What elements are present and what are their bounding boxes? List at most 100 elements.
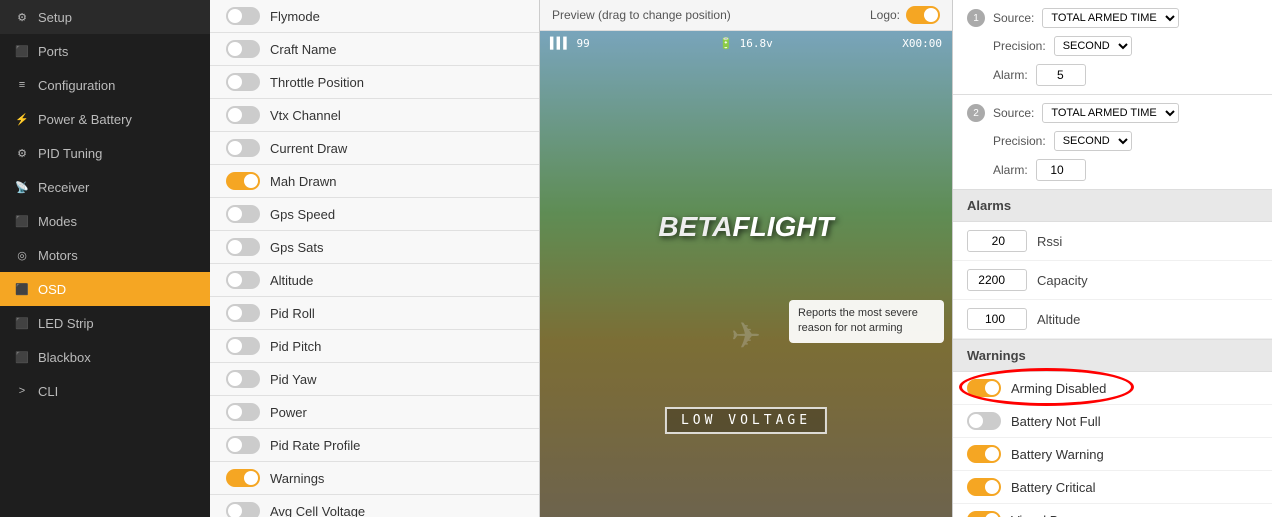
alarm-row-altitude: Altitude [953, 300, 1272, 339]
alarm-input-capacity[interactable] [967, 269, 1027, 291]
middle-label: Throttle Position [270, 75, 523, 90]
toggle-throttle-position[interactable] [226, 73, 260, 91]
alarm-input-rssi[interactable] [967, 230, 1027, 252]
preview-timer: X00:00 [902, 37, 942, 50]
toggle-altitude[interactable] [226, 271, 260, 289]
sidebar-icon: ◎ [14, 247, 30, 263]
alarm-row-rssi: Rssi [953, 222, 1272, 261]
middle-label: Power [270, 405, 523, 420]
warning-toggle-battery-warning[interactable] [967, 445, 1001, 463]
sidebar-item-ports[interactable]: ⬛Ports [0, 34, 210, 68]
toggle-gps-speed[interactable] [226, 205, 260, 223]
middle-item-gps-sats: Gps Sats [210, 231, 539, 264]
warning-item-battery-warning: Battery Warning [953, 438, 1272, 471]
sidebar-icon: ⚙ [14, 9, 30, 25]
warning-toggle-arming-disabled[interactable] [967, 379, 1001, 397]
timer1-precision-select[interactable]: SECOND [1054, 36, 1132, 56]
sidebar-item-power_and_battery[interactable]: ⚡Power & Battery [0, 102, 210, 136]
middle-label: Pid Yaw [270, 372, 523, 387]
toggle-warnings[interactable] [226, 469, 260, 487]
middle-item-craft-name: Craft Name [210, 33, 539, 66]
warning-label: Battery Not Full [1011, 414, 1258, 429]
timer2-alarm-row: Alarm: [953, 155, 1272, 189]
middle-item-vtx-channel: Vtx Channel [210, 99, 539, 132]
middle-label: Pid Rate Profile [270, 438, 523, 453]
toggle-craft-name[interactable] [226, 40, 260, 58]
sidebar-item-blackbox[interactable]: ⬛Blackbox [0, 340, 210, 374]
sidebar-item-setup[interactable]: ⚙Setup [0, 0, 210, 34]
middle-label: Craft Name [270, 42, 523, 57]
timer1-source-select[interactable]: TOTAL ARMED TIME [1042, 8, 1179, 28]
warning-item-arming-disabled: Arming Disabled [953, 372, 1272, 405]
preview-panel: Preview (drag to change position) Logo: … [540, 0, 952, 517]
warning-label: Battery Warning [1011, 447, 1258, 462]
alarm-label-rssi: Rssi [1037, 234, 1258, 249]
toggle-vtx-channel[interactable] [226, 106, 260, 124]
toggle-gps-sats[interactable] [226, 238, 260, 256]
middle-label: Avg Cell Voltage [270, 504, 523, 517]
middle-item-warnings: Warnings [210, 462, 539, 495]
tooltip-bubble: Reports the most severe reason for not a… [789, 300, 944, 343]
middle-panel: Flymode Craft Name Throttle Position Vtx… [210, 0, 540, 517]
toggle-avg-cell-voltage[interactable] [226, 502, 260, 517]
warning-toggle-battery-critical[interactable] [967, 478, 1001, 496]
sidebar-item-cli[interactable]: >CLI [0, 374, 210, 408]
warning-toggle-battery-not-full[interactable] [967, 412, 1001, 430]
toggle-pid-roll[interactable] [226, 304, 260, 322]
middle-label: Current Draw [270, 141, 523, 156]
timer1-precision-row: Precision: SECOND [953, 32, 1272, 60]
middle-item-throttle-position: Throttle Position [210, 66, 539, 99]
warnings-header: Warnings [953, 340, 1272, 372]
sidebar-item-led_strip[interactable]: ⬛LED Strip [0, 306, 210, 340]
middle-label: Gps Speed [270, 207, 523, 222]
sidebar-item-motors[interactable]: ◎Motors [0, 238, 210, 272]
timer2-row: 2 Source: TOTAL ARMED TIME [953, 95, 1272, 127]
timer1-alarm-input[interactable] [1036, 64, 1086, 86]
toggle-current-draw[interactable] [226, 139, 260, 157]
sidebar-item-pid_tuning[interactable]: ⚙PID Tuning [0, 136, 210, 170]
sidebar: ⚙Setup⬛Ports≡Configuration⚡Power & Batte… [0, 0, 210, 517]
sidebar-item-modes[interactable]: ⬛Modes [0, 204, 210, 238]
alarm-label-capacity: Capacity [1037, 273, 1258, 288]
middle-item-pid-roll: Pid Roll [210, 297, 539, 330]
toggle-flymode[interactable] [226, 7, 260, 25]
sidebar-icon: ⬛ [14, 213, 30, 229]
betaflight-logo: BETAFLIGHT [658, 211, 833, 243]
preview-signal: ▌▌▌ 99 [550, 37, 590, 50]
sidebar-icon: > [14, 383, 30, 399]
alarm-input-altitude[interactable] [967, 308, 1027, 330]
timer1-section: 1 Source: TOTAL ARMED TIME Precision: SE… [953, 0, 1272, 95]
sidebar-item-osd[interactable]: ⬛OSD [0, 272, 210, 306]
toggle-pid-rate-profile[interactable] [226, 436, 260, 454]
toggle-pid-pitch[interactable] [226, 337, 260, 355]
middle-label: Flymode [270, 9, 523, 24]
sidebar-item-receiver[interactable]: 📡Receiver [0, 170, 210, 204]
logo-toggle[interactable] [906, 6, 940, 24]
timer2-precision-label: Precision: [993, 134, 1046, 148]
toggle-pid-yaw[interactable] [226, 370, 260, 388]
middle-label: Pid Roll [270, 306, 523, 321]
timer2-precision-row: Precision: SECOND [953, 127, 1272, 155]
middle-label: Vtx Channel [270, 108, 523, 123]
preview-label: Preview (drag to change position) [552, 8, 731, 22]
preview-voltage: 🔋 16.8v [719, 37, 772, 50]
middle-item-gps-speed: Gps Speed [210, 198, 539, 231]
toggle-power[interactable] [226, 403, 260, 421]
warning-item-battery-not-full: Battery Not Full [953, 405, 1272, 438]
sidebar-icon: ⚙ [14, 145, 30, 161]
toggle-mah-drawn[interactable] [226, 172, 260, 190]
sidebar-item-configuration[interactable]: ≡Configuration [0, 68, 210, 102]
timer1-precision-label: Precision: [993, 39, 1046, 53]
warning-toggle-visual-beeper[interactable] [967, 511, 1001, 517]
timer2-source-select[interactable]: TOTAL ARMED TIME [1042, 103, 1179, 123]
sidebar-icon: ⬛ [14, 281, 30, 297]
middle-label: Warnings [270, 471, 523, 486]
warning-label: Visual Beeper [1011, 513, 1258, 517]
timer2-alarm-input[interactable] [1036, 159, 1086, 181]
warning-label: Arming Disabled [1011, 381, 1258, 396]
middle-label: Mah Drawn [270, 174, 523, 189]
timer2-precision-select[interactable]: SECOND [1054, 131, 1132, 151]
sidebar-icon: ⬛ [14, 43, 30, 59]
alarms-header: Alarms [953, 190, 1272, 222]
right-panel: 1 Source: TOTAL ARMED TIME Precision: SE… [952, 0, 1272, 517]
